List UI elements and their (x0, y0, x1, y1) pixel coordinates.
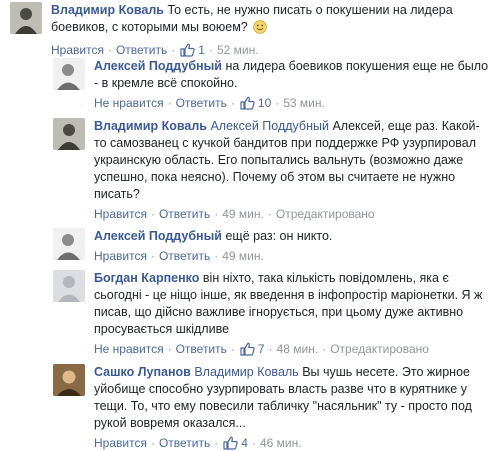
avatar-aleksey-poddubny[interactable] (53, 58, 85, 90)
comment-actions: Нравится · Ответить · 1 · 52 мин. (51, 42, 491, 58)
like-link[interactable]: Нравится (94, 206, 147, 222)
reply-comment: Богдан Карпенко він ніхто, така кількіст… (53, 270, 493, 357)
reply-link[interactable]: Ответить (159, 248, 210, 264)
separator: · (230, 96, 235, 110)
reply-link[interactable]: Ответить (176, 95, 227, 111)
comment-time[interactable]: 52 мин. (217, 42, 259, 58)
mention-link[interactable]: Алексей Поддубный (210, 119, 329, 133)
comment-thread: Владимир Коваль То есть, не нужно писать… (0, 0, 500, 451)
separator: · (150, 436, 155, 450)
separator: · (150, 249, 155, 263)
separator: · (268, 342, 273, 356)
avatar-bogdan-karpenko[interactable] (53, 270, 85, 302)
reply-link[interactable]: Ответить (176, 341, 227, 357)
smile-emoji-icon (253, 20, 268, 39)
comment-actions: Не нравится · Ответить · 7 · 48 мин. · О… (94, 341, 489, 357)
comment-author[interactable]: Владимир Коваль (94, 119, 207, 133)
comment-time[interactable]: 46 мин. (260, 435, 302, 451)
thumbs-up-icon[interactable] (180, 43, 195, 57)
comment-text: Владимир Коваль То есть, не нужно писать… (51, 2, 491, 39)
thumbs-up-icon[interactable] (240, 342, 255, 356)
separator: · (107, 43, 112, 57)
avatar-vladimir-koval[interactable] (53, 118, 85, 150)
mention-link[interactable]: Владимир Коваль (194, 365, 298, 379)
comment-text: Владимир Коваль Алексей Поддубный Алексе… (94, 118, 489, 203)
like-count[interactable]: 4 (241, 435, 248, 451)
separator: · (251, 436, 256, 450)
comment-text: Алексей Поддубный ещё раз: он никто. (94, 228, 489, 245)
like-count[interactable]: 1 (198, 42, 205, 58)
comment-text: Богдан Карпенко він ніхто, така кількіст… (94, 270, 489, 338)
separator: · (214, 207, 219, 221)
comment: Владимир Коваль То есть, не нужно писать… (10, 2, 495, 58)
unlike-link[interactable]: Не нравится (94, 341, 164, 357)
reply-link[interactable]: Ответить (159, 206, 210, 222)
comment-time[interactable]: 53 мин. (283, 95, 325, 111)
reply-comment: Алексей Поддубный на лидера боевиков пок… (53, 58, 493, 111)
reply-link[interactable]: Ответить (159, 435, 210, 451)
avatar-vladimir-koval[interactable] (10, 2, 42, 34)
comment-author[interactable]: Алексей Поддубный (94, 229, 222, 243)
comment-text: Сашко Лупанов Владимир Коваль Вы чушь не… (94, 364, 489, 432)
like-count[interactable]: 7 (258, 341, 265, 357)
comment-author[interactable]: Алексей Поддубный (94, 59, 222, 73)
separator: · (208, 43, 213, 57)
unlike-link[interactable]: Не нравится (94, 95, 164, 111)
like-link[interactable]: Нравится (94, 435, 147, 451)
like-count[interactable]: 10 (258, 95, 271, 111)
comment-actions: Нравится · Ответить · 49 мин. (94, 248, 489, 264)
like-link[interactable]: Нравится (51, 42, 104, 58)
avatar-aleksey-poddubny[interactable] (53, 228, 85, 260)
separator: · (214, 249, 219, 263)
separator: · (267, 207, 272, 221)
comment-time[interactable]: 49 мин. (222, 206, 264, 222)
comment-author[interactable]: Владимир Коваль (51, 3, 164, 17)
comment-author[interactable]: Богдан Карпенко (94, 271, 199, 285)
separator: · (167, 342, 172, 356)
separator: · (150, 207, 155, 221)
thumbs-up-icon[interactable] (240, 96, 255, 110)
comment-author[interactable]: Сашко Лупанов (94, 365, 191, 379)
comment-text: Алексей Поддубный на лидера боевиков пок… (94, 58, 489, 92)
reply-comment: Алексей Поддубный ещё раз: он никто. Нра… (53, 228, 493, 264)
reply-link[interactable]: Ответить (116, 42, 167, 58)
avatar-sashko-lupanov[interactable] (53, 364, 85, 396)
comment-time[interactable]: 48 мин. (277, 341, 319, 357)
reply-comment: Владимир Коваль Алексей Поддубный Алексе… (53, 118, 493, 222)
comment-message: ещё раз: он никто. (225, 229, 333, 243)
edited-label[interactable]: Отредактировано (330, 341, 429, 357)
separator: · (167, 96, 172, 110)
comment-actions: Не нравится · Ответить · 10 · 53 мин. (94, 95, 489, 111)
separator: · (322, 342, 327, 356)
separator: · (214, 436, 219, 450)
thumbs-up-icon[interactable] (223, 436, 238, 450)
comment-actions: Нравится · Ответить · 49 мин. · Отредакт… (94, 206, 489, 222)
separator: · (275, 96, 280, 110)
comment-actions: Нравится · Ответить · 4 · 46 мин. (94, 435, 489, 451)
edited-label[interactable]: Отредактировано (276, 206, 375, 222)
like-link[interactable]: Нравится (94, 248, 147, 264)
reply-comment: Сашко Лупанов Владимир Коваль Вы чушь не… (53, 364, 493, 451)
separator: · (230, 342, 235, 356)
comment-time[interactable]: 49 мин. (222, 248, 264, 264)
separator: · (171, 43, 176, 57)
